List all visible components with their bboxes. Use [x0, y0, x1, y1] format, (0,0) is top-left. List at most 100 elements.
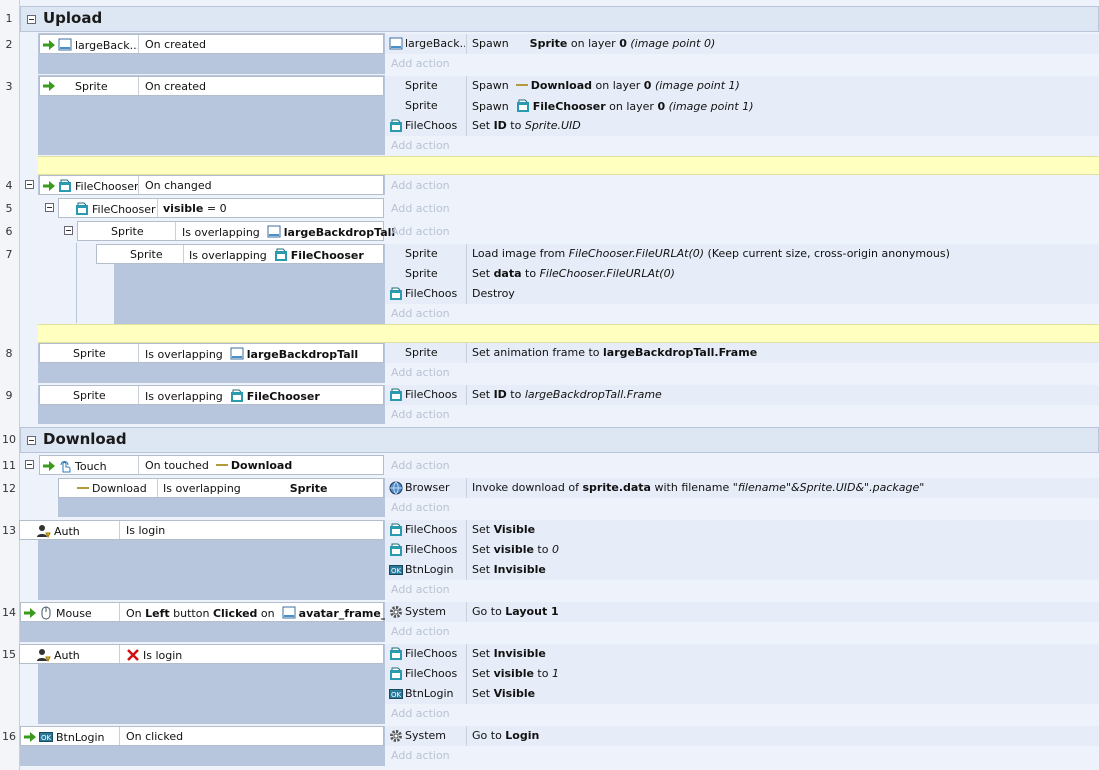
line-number: 5 [5, 202, 13, 215]
action-text: Spawn Sprite on layer 0 (image point 0) [472, 37, 716, 50]
add-action-link[interactable]: Add action [391, 307, 450, 320]
condition-row[interactable]: Auth Is login [19, 520, 384, 540]
action-row[interactable]: FileChoos Set visible to 1 [385, 664, 1099, 684]
action-object: FileChoos [405, 287, 458, 300]
action-text: Set ID to Sprite.UID [472, 119, 581, 132]
line-number: 10 [2, 433, 16, 446]
add-action-link[interactable]: Add action [391, 749, 450, 762]
action-object: largeBack... [405, 37, 465, 50]
action-object: FileChoos [405, 667, 458, 680]
collapse-icon[interactable] [27, 15, 36, 24]
condition-row[interactable]: Sprite Is overlapping FileChooser [96, 244, 384, 264]
condition-text: visible = 0 [163, 202, 227, 215]
condition-object: BtnLogin [56, 731, 105, 744]
condition-text: Is overlapping FileChooser [145, 389, 320, 403]
comment-band[interactable] [38, 324, 1099, 343]
collapse-icon[interactable] [25, 460, 34, 469]
group-title: Upload [43, 9, 103, 27]
add-action-link[interactable]: Add action [391, 501, 450, 514]
action-row[interactable]: System Go to Layout 1 [385, 602, 1099, 622]
condition-object: Auth [54, 649, 80, 662]
sprite-icon [58, 38, 72, 52]
action-text: Load image from FileChooser.FileURLAt(0)… [472, 247, 950, 260]
trigger-arrow-icon [43, 181, 55, 191]
add-action-link[interactable]: Add action [391, 707, 450, 720]
group-download-header[interactable]: Download [20, 427, 1099, 453]
condition-text: Is overlapping Sprite [163, 482, 328, 495]
add-action-link[interactable]: Add action [391, 408, 450, 421]
action-row[interactable]: Browser Invoke download of sprite.data w… [385, 478, 1099, 498]
action-row[interactable]: Sprite Load image from FileChooser.FileU… [385, 244, 1099, 264]
button-icon [39, 730, 53, 744]
action-object: Sprite [405, 346, 438, 359]
file-chooser-icon [274, 248, 288, 262]
action-row[interactable]: largeBack... Spawn Sprite on layer 0 (im… [385, 34, 1099, 54]
action-row[interactable]: Sprite Set animation frame to largeBackd… [385, 343, 1099, 363]
action-object: FileChoos [405, 647, 458, 660]
mouse-icon [39, 606, 53, 620]
condition-object: Sprite [111, 225, 144, 238]
add-action-link[interactable]: Add action [391, 179, 450, 192]
system-gear-icon [389, 729, 403, 743]
condition-text: On clicked [126, 730, 184, 743]
action-text: Set ID to largeBackdropTall.Frame [472, 388, 662, 401]
condition-row[interactable]: FileChooser On changed [39, 175, 384, 195]
condition-row[interactable]: Touch On touched Download [39, 455, 384, 475]
button-icon [389, 563, 403, 577]
action-row[interactable]: FileChoos Set Invisible [385, 644, 1099, 664]
condition-row[interactable]: Auth Is login [19, 644, 384, 664]
condition-object: Sprite [75, 80, 108, 93]
action-row[interactable]: Sprite Set data to FileChooser.FileURLAt… [385, 264, 1099, 284]
line-number: 7 [5, 248, 13, 261]
add-action-link[interactable]: Add action [391, 225, 450, 238]
action-row[interactable]: FileChoos Set visible to 0 [385, 540, 1099, 560]
line-number: 13 [2, 524, 16, 537]
invert-x-icon [126, 648, 140, 662]
add-action-link[interactable]: Add action [391, 57, 450, 70]
sprite-icon [230, 347, 244, 361]
file-chooser-icon [389, 388, 403, 402]
add-action-link[interactable]: Add action [391, 583, 450, 596]
condition-text: On Left button Clicked on avatar_frame_s… [126, 607, 405, 620]
condition-text: Is login [126, 524, 166, 537]
group-upload-header[interactable]: Upload [20, 6, 1099, 32]
line-number: 6 [5, 225, 13, 238]
action-row[interactable]: Sprite Spawn Download on layer 0 (image … [385, 76, 1099, 96]
condition-row[interactable]: Sprite Is overlapping FileChooser [39, 385, 384, 405]
collapse-icon[interactable] [25, 180, 34, 189]
action-row[interactable]: FileChoos Set ID to Sprite.UID [385, 116, 1099, 136]
add-action-link[interactable]: Add action [391, 459, 450, 472]
comment-band[interactable] [38, 156, 1099, 175]
add-action-link[interactable]: Add action [391, 139, 450, 152]
action-row[interactable]: BtnLogin Set Visible [385, 684, 1099, 704]
collapse-icon[interactable] [64, 226, 73, 235]
action-row[interactable]: FileChoos Set ID to largeBackdropTall.Fr… [385, 385, 1099, 405]
file-chooser-icon [230, 389, 244, 403]
action-object: System [405, 605, 447, 618]
action-row[interactable]: Sprite Spawn FileChooser on layer 0 (ima… [385, 96, 1099, 116]
add-action-link[interactable]: Add action [391, 366, 450, 379]
condition-row[interactable]: Sprite Is overlapping largeBackdropTall [39, 343, 384, 363]
action-row[interactable]: System Go to Login [385, 726, 1099, 746]
condition-row[interactable]: BtnLogin On clicked [20, 726, 384, 746]
action-row[interactable]: FileChoos Set Visible [385, 520, 1099, 540]
condition-object: FileChooser [92, 203, 156, 216]
add-action-link[interactable]: Add action [391, 202, 450, 215]
condition-row[interactable]: Sprite Is overlapping largeBackdropTall [77, 221, 395, 241]
file-chooser-icon [516, 99, 530, 113]
collapse-icon[interactable] [27, 436, 36, 445]
condition-text: On touched Download [145, 459, 293, 472]
condition-row[interactable]: Download Is overlapping Sprite [58, 478, 384, 498]
action-row[interactable]: FileChoos Destroy [385, 284, 1099, 304]
condition-row[interactable]: largeBack... On created [39, 34, 384, 54]
action-row[interactable]: BtnLogin Set Invisible [385, 560, 1099, 580]
line-number: 4 [5, 179, 13, 192]
condition-row[interactable]: Mouse On Left button Clicked on avatar_f… [20, 602, 404, 622]
action-text: Spawn Download on layer 0 (image point 1… [472, 79, 740, 92]
condition-row[interactable]: FileChooser visible = 0 [58, 198, 384, 218]
collapse-icon[interactable] [45, 203, 54, 212]
add-action-link[interactable]: Add action [391, 625, 450, 638]
condition-row[interactable]: Sprite On created [39, 76, 384, 96]
action-object: FileChoos [405, 543, 458, 556]
line-number: 1 [5, 12, 13, 25]
